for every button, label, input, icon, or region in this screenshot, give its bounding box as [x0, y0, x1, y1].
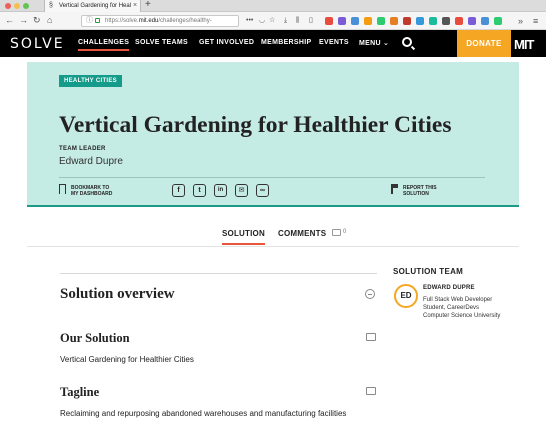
nav-get-involved[interactable]: GET INVOLVED — [199, 39, 254, 46]
link-icon[interactable]: ∞ — [256, 184, 269, 197]
extension-icon[interactable] — [351, 17, 359, 25]
library-icon[interactable]: ⫼ — [296, 15, 299, 27]
browser-tab[interactable]: § Vertical Gardening for Healthier Citie… — [44, 0, 141, 12]
zoom-window-button[interactable] — [23, 3, 29, 9]
our-solution-text: Vertical Gardening for Healthier Cities — [60, 355, 194, 364]
nav-membership[interactable]: MEMBERSHIP — [261, 39, 311, 46]
team-member-bio: Full Stack Web Developer Student, Career… — [423, 297, 501, 319]
solve-logo[interactable]: SOLVE — [10, 36, 65, 52]
linkedin-icon[interactable]: in — [214, 184, 227, 197]
new-tab-button[interactable]: + — [145, 0, 151, 10]
url-text[interactable]: https://solve.mit.edu/challenges/healthy… — [105, 16, 212, 26]
report-label: REPORT THIS SOLUTION — [403, 185, 437, 197]
mit-logo[interactable]: MIT — [514, 37, 534, 52]
section-divider — [60, 273, 377, 274]
facebook-icon[interactable]: f — [172, 184, 185, 197]
download-icon[interactable]: ⤓ — [284, 15, 287, 27]
collapse-icon[interactable] — [365, 289, 375, 299]
extension-icon[interactable] — [403, 17, 411, 25]
browser-tab-bar: § Vertical Gardening for Healthier Citie… — [0, 0, 546, 12]
forward-button[interactable]: → — [19, 14, 28, 27]
nav-menu[interactable]: MENU ⌄ — [359, 39, 389, 47]
bookmark-star-icon[interactable]: ☆ — [269, 15, 275, 27]
extension-icon[interactable] — [494, 17, 502, 25]
tab-divider — [27, 246, 519, 247]
extension-icon[interactable] — [442, 17, 450, 25]
flag-icon — [391, 184, 398, 194]
hamburger-menu-icon[interactable]: ≡ — [533, 15, 538, 27]
solution-hero: HEALTHY CITIES Vertical Gardening for He… — [27, 62, 519, 207]
our-solution-heading: Our Solution — [60, 331, 130, 345]
tab-solution[interactable]: SOLUTION — [222, 229, 265, 245]
bookmark-label: BOOKMARK TO MY DASHBOARD — [71, 185, 113, 197]
browser-toolbar: ← → ↻ ⌂ ⓘ https://solve.mit.edu/challeng… — [0, 12, 546, 30]
nav-solve-teams[interactable]: SOLVE TEAMS — [135, 39, 188, 46]
tab-comments[interactable]: COMMENTS — [278, 229, 326, 238]
extension-icon[interactable] — [325, 17, 333, 25]
extension-icon[interactable] — [468, 17, 476, 25]
extension-icon[interactable] — [429, 17, 437, 25]
tagline-heading: Tagline — [60, 385, 100, 399]
extension-icon[interactable] — [390, 17, 398, 25]
minimize-window-button[interactable] — [14, 3, 20, 9]
site-info-icon[interactable]: ⓘ — [86, 16, 93, 26]
extension-icon[interactable] — [377, 17, 385, 25]
site-navigation: SOLVE CHALLENGES SOLVE TEAMS GET INVOLVE… — [0, 30, 546, 57]
comment-bubble-icon — [332, 229, 341, 236]
close-tab-icon[interactable]: × — [133, 0, 137, 12]
divider — [59, 177, 485, 178]
twitter-icon[interactable]: t — [193, 184, 206, 197]
lock-icon — [95, 18, 100, 23]
home-button[interactable]: ⌂ — [47, 14, 52, 27]
extension-icon[interactable] — [481, 17, 489, 25]
email-icon[interactable]: ✉ — [235, 184, 248, 197]
challenge-badge[interactable]: HEALTHY CITIES — [59, 75, 122, 87]
page-title: Vertical Gardening for Healthier Cities — [59, 112, 452, 138]
overflow-chevron-icon[interactable]: » — [518, 15, 523, 27]
comment-count-value: 0 — [343, 229, 347, 235]
nav-events[interactable]: EVENTS — [319, 39, 349, 46]
pocket-icon[interactable]: ◡ — [259, 15, 265, 27]
browser-tab-title: Vertical Gardening for Healthier Cities — [59, 3, 131, 9]
close-window-button[interactable] — [5, 3, 11, 9]
extension-icon[interactable] — [455, 17, 463, 25]
tagline-text: Reclaiming and repurposing abandoned war… — [60, 409, 347, 418]
team-leader-label: TEAM LEADER — [59, 146, 106, 152]
donate-button[interactable]: DONATE — [457, 30, 511, 57]
solution-team-heading: SOLUTION TEAM — [393, 267, 464, 276]
back-button[interactable]: ← — [5, 14, 14, 27]
reload-button[interactable]: ↻ — [33, 14, 41, 27]
extension-icon[interactable] — [338, 17, 346, 25]
extension-icon[interactable] — [416, 17, 424, 25]
avatar[interactable]: ED — [394, 284, 418, 308]
team-leader-name: Edward Dupre — [59, 156, 123, 167]
nav-challenges[interactable]: CHALLENGES — [78, 39, 130, 51]
page-actions-icon[interactable]: ••• — [246, 15, 253, 27]
team-member-name[interactable]: EDWARD DUPRE — [423, 285, 475, 291]
bookmark-icon — [59, 184, 66, 194]
search-icon[interactable] — [402, 37, 412, 47]
comment-icon[interactable] — [366, 387, 376, 395]
url-bar[interactable]: ⓘ https://solve.mit.edu/challenges/healt… — [81, 15, 239, 27]
comment-icon[interactable] — [366, 333, 376, 341]
sidebar-icon[interactable]: ▯ — [309, 15, 313, 27]
solve-favicon-icon: § — [49, 2, 53, 9]
extension-icon[interactable] — [364, 17, 372, 25]
solution-overview-heading: Solution overview — [60, 286, 175, 302]
